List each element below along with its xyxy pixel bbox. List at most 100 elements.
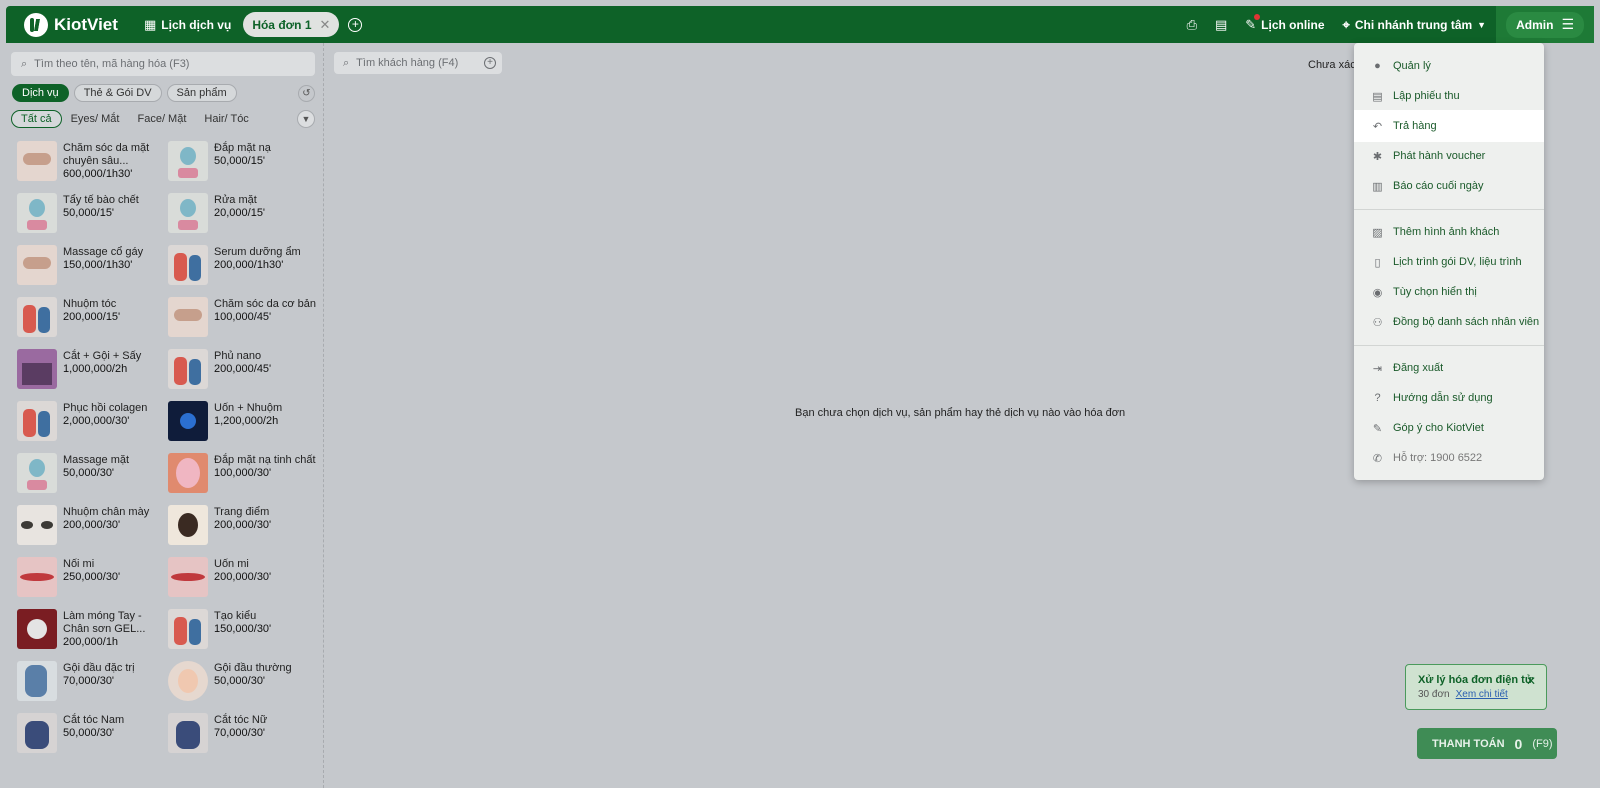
product-name: Uốn mi	[214, 558, 249, 570]
product-info: Nhuộm chân mày 200,000/30'	[63, 505, 149, 546]
add-tab-icon[interactable]: +	[348, 17, 363, 32]
top-bar: KiotViet ▦ Lịch dịch vụ Hóa đơn 1 ✕ + ⎙ …	[6, 6, 1594, 43]
menu-item-help[interactable]: ? Hướng dẫn sử dụng	[1354, 382, 1544, 414]
search-icon: ⌕	[343, 56, 350, 69]
notification-body: 30 đơn Xem chi tiết	[1418, 689, 1546, 700]
product-info: Chăm sóc da cơ bản 100,000/45'	[214, 297, 316, 338]
add-customer-icon[interactable]: +	[484, 57, 496, 69]
product-item[interactable]: Làm móng Tay - Chân sơn GEL... 200,000/1h	[17, 609, 168, 650]
product-price: 200,000/45'	[214, 363, 272, 375]
product-thumbnail	[17, 453, 57, 493]
product-price: 200,000/30'	[63, 519, 121, 531]
menu-item-receipt[interactable]: ▤ Lập phiếu thu	[1354, 80, 1544, 112]
menu-item-eye[interactable]: ◉ Tùy chọn hiển thị	[1354, 276, 1544, 308]
kiotviet-logo[interactable]: KiotViet	[24, 12, 128, 37]
product-item[interactable]: Rửa mặt 20,000/15'	[168, 193, 317, 234]
tab-service-schedule[interactable]: ▦ Lịch dịch vụ	[144, 17, 231, 33]
close-icon[interactable]: ✕	[1526, 674, 1536, 688]
menu-item-phone[interactable]: ✆ Hỗ trợ: 1900 6522	[1354, 442, 1544, 474]
product-name: Cắt tóc Nữ	[214, 714, 268, 726]
subcategory-all[interactable]: Tất cả	[11, 110, 62, 128]
product-info: Massage mặt 50,000/30'	[63, 453, 129, 494]
category-services[interactable]: Dịch vụ	[12, 84, 69, 102]
menu-item-label: Đồng bộ danh sách nhân viên	[1393, 316, 1540, 328]
product-item[interactable]: Massage cổ gáy 150,000/1h30'	[17, 245, 168, 286]
customer-search-input[interactable]: ⌕ Tìm khách hàng (F4) +	[334, 52, 502, 74]
product-item[interactable]: Nhuộm chân mày 200,000/30'	[17, 505, 168, 546]
product-item[interactable]: Nhuộm tóc 200,000/15'	[17, 297, 168, 338]
product-item[interactable]: Cắt tóc Nữ 70,000/30'	[168, 713, 317, 754]
product-thumbnail	[168, 557, 208, 597]
product-item[interactable]: Uốn + Nhuộm 1,200,000/2h	[168, 401, 317, 442]
product-item[interactable]: Uốn mi 200,000/30'	[168, 557, 317, 598]
product-item[interactable]: Cắt tóc Nam 50,000/30'	[17, 713, 168, 754]
menu-item-voucher[interactable]: ✱ Phát hành voucher	[1354, 140, 1544, 172]
product-thumbnail	[168, 401, 208, 441]
product-thumbnail	[17, 661, 57, 701]
product-thumbnail	[168, 713, 208, 753]
admin-menu-button[interactable]: Admin ☰	[1506, 11, 1584, 38]
product-item[interactable]: Đắp mặt nạ tinh chất 100,000/30'	[168, 453, 317, 494]
product-thumbnail	[17, 245, 57, 285]
product-item[interactable]: Đắp mặt nạ 50,000/15'	[168, 141, 317, 182]
notification-dot	[1254, 13, 1261, 20]
document-icon[interactable]: ▤	[1215, 17, 1227, 33]
menu-item-logout[interactable]: ⇥ Đăng xuất	[1354, 352, 1544, 384]
product-price: 200,000/30'	[214, 571, 272, 583]
return-icon: ↶	[1372, 120, 1383, 133]
product-info: Nối mi 250,000/30'	[63, 557, 120, 598]
product-item[interactable]: Nối mi 250,000/30'	[17, 557, 168, 598]
menu-item-report[interactable]: ▥ Báo cáo cuối ngày	[1354, 170, 1544, 202]
menu-item-label: Hỗ trợ: 1900 6522	[1393, 452, 1483, 464]
category-products[interactable]: Sản phẩm	[166, 84, 237, 102]
product-item[interactable]: Trang điểm 200,000/30'	[168, 505, 317, 546]
product-item[interactable]: Gội đầu đặc trị 70,000/30'	[17, 661, 168, 702]
menu-item-label: Góp ý cho KiotViet	[1393, 422, 1484, 434]
search-icon: ⌕	[21, 57, 28, 70]
product-info: Gội đầu thường 50,000/30'	[214, 661, 292, 702]
printer-icon[interactable]: ⎙	[1187, 17, 1197, 33]
product-info: Chăm sóc da mặt chuyên sâu... 600,000/1h3…	[63, 141, 167, 182]
empty-invoice-message: Bạn chưa chọn dịch vụ, sản phẩm hay thẻ …	[795, 407, 1126, 419]
product-item[interactable]: Chăm sóc da cơ bản 100,000/45'	[168, 297, 317, 338]
subcategory-eyes[interactable]: Eyes/ Mắt	[62, 110, 129, 128]
notification-count: 30 đơn	[1418, 689, 1450, 700]
category-cards-packages[interactable]: Thẻ & Gói DV	[73, 84, 162, 102]
menu-item-user[interactable]: ● Quản lý	[1354, 50, 1544, 82]
subcategory-hair[interactable]: Hair/ Tóc	[195, 110, 257, 128]
feedback-icon: ✎	[1372, 422, 1383, 435]
product-item[interactable]: Phủ nano 200,000/45'	[168, 349, 317, 390]
menu-item-image[interactable]: ▨ Thêm hình ảnh khách	[1354, 216, 1544, 248]
product-info: Tẩy tế bào chết 50,000/15'	[63, 193, 139, 234]
product-search-input[interactable]: ⌕ Tìm theo tên, mã hàng hóa (F3)	[11, 52, 315, 76]
product-thumbnail	[168, 297, 208, 337]
product-price: 1,000,000/2h	[63, 363, 128, 375]
product-item[interactable]: Tạo kiểu 150,000/30'	[168, 609, 317, 650]
menu-item-users[interactable]: ⚇ Đồng bộ danh sách nhân viên	[1354, 306, 1544, 338]
history-icon[interactable]: ↺	[298, 85, 315, 102]
product-item[interactable]: Gội đầu thường 50,000/30'	[168, 661, 317, 702]
product-thumbnail	[168, 505, 208, 545]
close-tab-icon[interactable]: ✕	[320, 17, 331, 33]
online-schedule-button[interactable]: ✎ Lịch online	[1245, 13, 1325, 33]
payment-button[interactable]: THANH TOÁN 0 (F9)	[1417, 728, 1557, 759]
admin-label: Admin	[1516, 17, 1554, 32]
product-item[interactable]: Massage mặt 50,000/30'	[17, 453, 168, 494]
chevron-down-icon[interactable]: ▼	[297, 110, 315, 128]
product-item[interactable]: Cắt + Gội + Sấy 1,000,000/2h	[17, 349, 168, 390]
tab-invoice-1[interactable]: Hóa đơn 1 ✕	[243, 12, 340, 37]
phone-icon: ✆	[1372, 452, 1383, 465]
branch-selector[interactable]: ⌖ Chi nhánh trung tâm ▼	[1343, 17, 1487, 33]
view-details-link[interactable]: Xem chi tiết	[1456, 689, 1508, 700]
menu-item-return[interactable]: ↶ Trả hàng	[1354, 110, 1544, 142]
product-item[interactable]: Chăm sóc da mặt chuyên sâu... 600,000/1h3…	[17, 141, 168, 182]
product-item[interactable]: Tẩy tế bào chết 50,000/15'	[17, 193, 168, 234]
menu-item-feedback[interactable]: ✎ Góp ý cho KiotViet	[1354, 412, 1544, 444]
product-name: Nối mi	[63, 558, 95, 570]
product-price: 200,000/1h	[63, 636, 119, 648]
product-item[interactable]: Serum dưỡng ẩm 200,000/1h30'	[168, 245, 317, 286]
help-icon: ?	[1374, 392, 1381, 404]
product-item[interactable]: Phục hồi colagen 2,000,000/30'	[17, 401, 168, 442]
menu-item-clipboard[interactable]: ▯ Lịch trình gói DV, liệu trình	[1354, 246, 1544, 278]
subcategory-face[interactable]: Face/ Mặt	[128, 110, 195, 128]
